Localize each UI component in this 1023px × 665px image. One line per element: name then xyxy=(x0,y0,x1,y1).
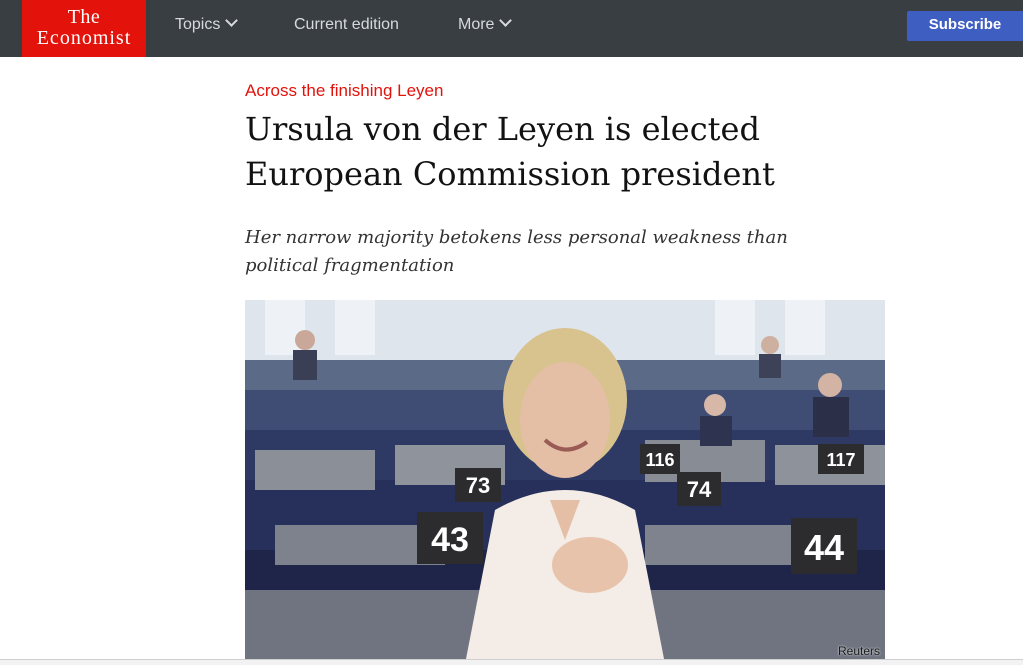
top-navigation-bar: The Economist Topics Current edition Mor… xyxy=(0,0,1023,57)
logo-line-2: Economist xyxy=(36,27,132,49)
chevron-down-icon xyxy=(499,14,513,27)
desk-number-74: 74 xyxy=(687,477,712,502)
desk-number-116: 116 xyxy=(645,450,674,470)
article-photo: 43 73 74 116 117 44 xyxy=(245,300,885,664)
chevron-down-icon xyxy=(225,14,239,27)
desk-number-43: 43 xyxy=(431,521,469,559)
logo-line-1: The xyxy=(67,6,101,28)
article-standfirst: Her narrow majority betokens less person… xyxy=(245,227,788,276)
photo-illustration: 43 73 74 116 117 44 xyxy=(245,300,885,664)
nav-more[interactable]: More xyxy=(458,0,513,50)
photo-credit: Reuters xyxy=(838,644,881,658)
nav-current-edition-label: Current edition xyxy=(294,16,399,33)
nav-current-edition[interactable]: Current edition xyxy=(294,0,399,50)
desk-number-117: 117 xyxy=(826,450,855,470)
nav-topics-label: Topics xyxy=(175,16,221,33)
article-rubric[interactable]: Across the finishing Leyen xyxy=(245,81,443,101)
nav-topics[interactable]: Topics xyxy=(175,0,239,50)
subscribe-button[interactable]: Subscribe xyxy=(907,11,1023,41)
economist-logo[interactable]: The Economist xyxy=(22,0,146,57)
desk-number-44: 44 xyxy=(804,527,844,568)
window-bottom-edge xyxy=(0,659,1023,665)
article-headline: Ursula von der Leyen is elected European… xyxy=(245,110,775,193)
nav-more-label: More xyxy=(458,16,495,33)
desk-number-73: 73 xyxy=(466,473,490,498)
